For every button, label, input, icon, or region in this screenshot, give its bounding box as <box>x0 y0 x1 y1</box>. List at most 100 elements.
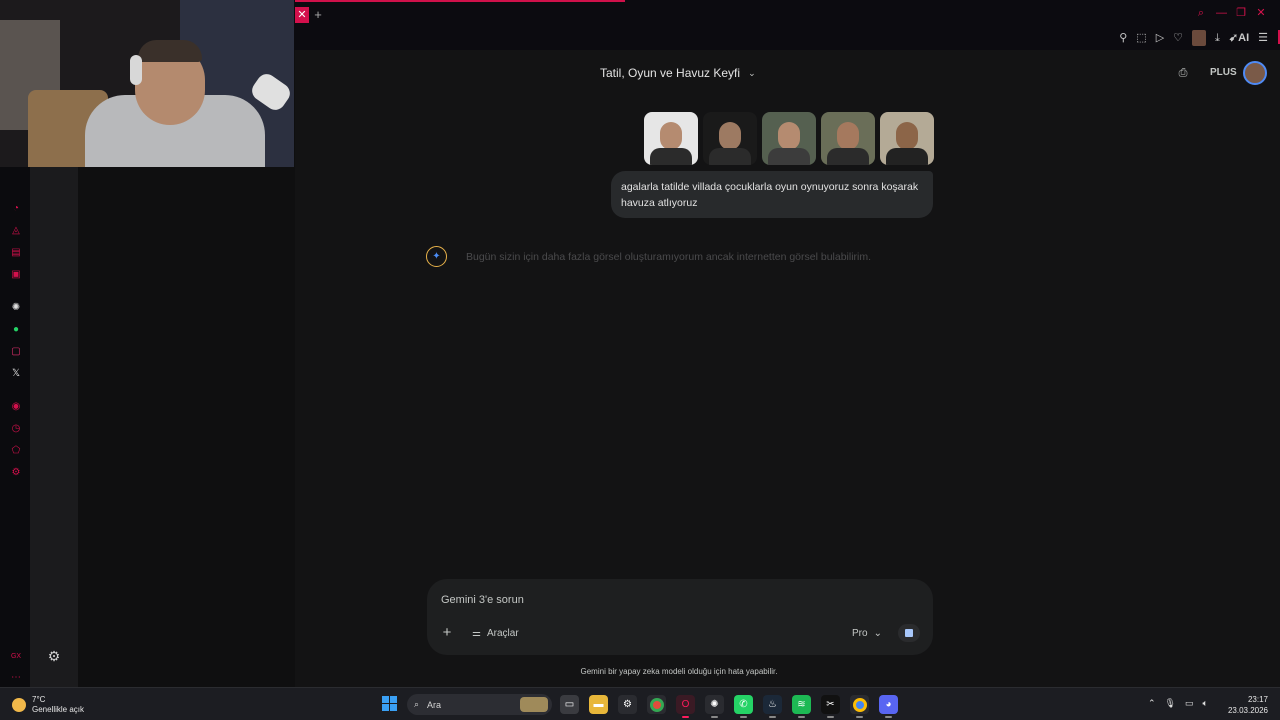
webcam-headset <box>130 55 142 85</box>
tab-close-button[interactable]: ✕ <box>295 7 309 23</box>
plan-badge[interactable]: PLUS <box>1210 67 1237 78</box>
sidebar-panel <box>30 167 78 687</box>
uploaded-image-3[interactable] <box>762 112 816 165</box>
taskbar-apps: ▭ ▬ ⚙ O ✺ ✆ ♨ ≋ ✂ ◕ <box>560 695 898 718</box>
opera-icon[interactable]: ◔ <box>9 202 23 216</box>
model-selector[interactable]: Pro ⌄ <box>852 626 882 640</box>
sliders-icon: ⚌ <box>472 627 481 639</box>
window-controls: ⌕ — ❐ ✕ <box>1196 7 1266 19</box>
search-tabs-icon[interactable]: ⌕ <box>1196 7 1206 19</box>
minimize-icon[interactable]: — <box>1216 7 1227 19</box>
uploaded-image-2[interactable] <box>703 112 757 165</box>
uploaded-image-1[interactable] <box>644 112 698 165</box>
tools-button[interactable]: ⚌ Araçlar <box>472 625 519 641</box>
uploaded-image-4[interactable] <box>821 112 875 165</box>
photo-body <box>650 148 692 165</box>
search-label: Ara <box>427 699 442 710</box>
chatgpt-app-icon[interactable]: ✺ <box>705 695 724 718</box>
prompt-input[interactable] <box>441 591 821 609</box>
active-tab-indicator <box>295 0 625 2</box>
prompt-composer: + ⚌ Araçlar Pro ⌄ <box>427 579 933 655</box>
instagram-icon[interactable]: ▢ <box>9 345 23 359</box>
photo-body <box>886 148 928 165</box>
capcut-icon[interactable]: ✂ <box>821 695 840 718</box>
print-icon[interactable]: ⎙ <box>1176 66 1190 80</box>
photo-body <box>768 148 810 165</box>
pin-icon[interactable]: ⚲ <box>1119 32 1127 44</box>
send-icon: ➹ <box>1228 32 1239 44</box>
photo-body <box>827 148 869 165</box>
webcam-person-hair <box>138 40 202 62</box>
chevron-down-icon: ⌄ <box>873 627 882 639</box>
gemini-spark-icon: ✦ <box>426 246 447 267</box>
clock-date: 23.03.2026 <box>1227 706 1268 715</box>
whatsapp-app-icon[interactable]: ✆ <box>734 695 753 718</box>
new-tab-button[interactable]: + <box>312 7 324 23</box>
discord-icon[interactable]: ◕ <box>879 695 898 718</box>
record-icon[interactable]: ◉ <box>9 400 23 414</box>
photo-face <box>896 122 918 150</box>
play-icon[interactable]: ▷ <box>1156 32 1164 44</box>
settings-icon[interactable]: ⚙ <box>9 466 23 480</box>
panel-settings-icon[interactable]: ⚙ <box>46 648 62 664</box>
steelseries-icon[interactable]: ⚙ <box>618 695 637 714</box>
extensions-icon[interactable]: ⬠ <box>9 444 23 458</box>
model-label: Pro <box>852 627 868 639</box>
opera-gx-icon[interactable]: O <box>676 695 695 718</box>
stop-icon <box>905 629 913 637</box>
webcam-overlay <box>0 0 294 167</box>
windows-start-icon[interactable] <box>382 696 397 711</box>
photo-face <box>778 122 800 150</box>
chrome-icon[interactable] <box>647 695 666 714</box>
volume-icon[interactable]: 🔈︎ <box>1203 698 1208 709</box>
tray-overflow-icon[interactable]: ⌃ <box>1148 698 1156 709</box>
tools-label: Araçlar <box>486 627 519 639</box>
player-icon[interactable]: ▣ <box>9 268 23 282</box>
weather-widget[interactable]: 7°C Genellikle açık <box>12 695 84 715</box>
conversation-title: Tatil, Oyun ve Havuz Keyfi <box>600 66 741 80</box>
disclaimer: Gemini bir yapay zeka modeli olduğu için… <box>580 667 778 676</box>
profile-avatar-icon[interactable] <box>1192 30 1207 46</box>
ai-button[interactable]: ➹AI <box>1229 32 1249 44</box>
search-highlight-image <box>520 697 548 712</box>
ai-label: AI <box>1238 32 1250 44</box>
bag-icon[interactable]: ◬ <box>9 224 23 238</box>
spotify-icon[interactable]: ≋ <box>792 695 811 718</box>
snapshot-icon[interactable]: ⬚ <box>1136 32 1146 44</box>
gx-icon[interactable]: GX <box>9 650 23 664</box>
wallet-icon[interactable]: ▤ <box>9 246 23 260</box>
chatgpt-icon[interactable]: ✺ <box>9 301 23 315</box>
taskbar-search[interactable]: ⌕ Ara <box>407 694 552 715</box>
network-icon[interactable]: ▭ <box>1185 698 1194 709</box>
file-explorer-icon[interactable]: ▬ <box>589 695 608 714</box>
history-icon[interactable]: ◷ <box>9 422 23 436</box>
address-bar-tools: ⚲ ⬚ ▷ ♡ ⤓ ➹AI ☰ <box>1119 30 1268 46</box>
restore-icon[interactable]: ❐ <box>1236 7 1246 19</box>
steam-icon[interactable]: ♨ <box>763 695 782 718</box>
photo-body <box>709 148 751 165</box>
uploaded-images <box>644 112 934 165</box>
system-clock[interactable]: 23:17 23.03.2026 <box>1226 694 1268 716</box>
menu-icon[interactable]: ☰ <box>1258 32 1268 44</box>
chevron-down-icon: ⌄ <box>748 67 756 78</box>
photo-face <box>660 122 682 150</box>
stop-button[interactable] <box>898 624 920 642</box>
search-icon: ⌕ <box>414 699 420 709</box>
conversation-title-button[interactable]: Tatil, Oyun ve Havuz Keyfi ⌄ <box>600 64 756 82</box>
uploaded-image-5[interactable] <box>880 112 934 165</box>
photo-face <box>837 122 859 150</box>
user-message: agalarla tatilde villada çocuklarla oyun… <box>611 171 933 218</box>
close-window-icon[interactable]: ✕ <box>1256 7 1266 19</box>
heart-icon[interactable]: ♡ <box>1173 32 1183 44</box>
windows-taskbar: 7°C Genellikle açık ⌕ Ara ▭ ▬ ⚙ O ✺ ✆ ♨ … <box>0 687 1280 720</box>
whatsapp-icon[interactable]: ● <box>9 323 23 337</box>
add-file-button[interactable]: + <box>440 625 454 640</box>
microphone-icon[interactable]: 🎙︎ <box>1165 698 1176 709</box>
task-view-icon[interactable]: ▭ <box>560 695 579 714</box>
x-icon[interactable]: 𝕏 <box>9 367 23 381</box>
chrome-profile-icon[interactable] <box>850 695 869 718</box>
user-avatar[interactable] <box>1243 61 1267 85</box>
weather-desc: Genellikle açık <box>32 705 85 714</box>
download-icon[interactable]: ⤓ <box>1215 32 1220 44</box>
weather-icon <box>12 698 26 712</box>
